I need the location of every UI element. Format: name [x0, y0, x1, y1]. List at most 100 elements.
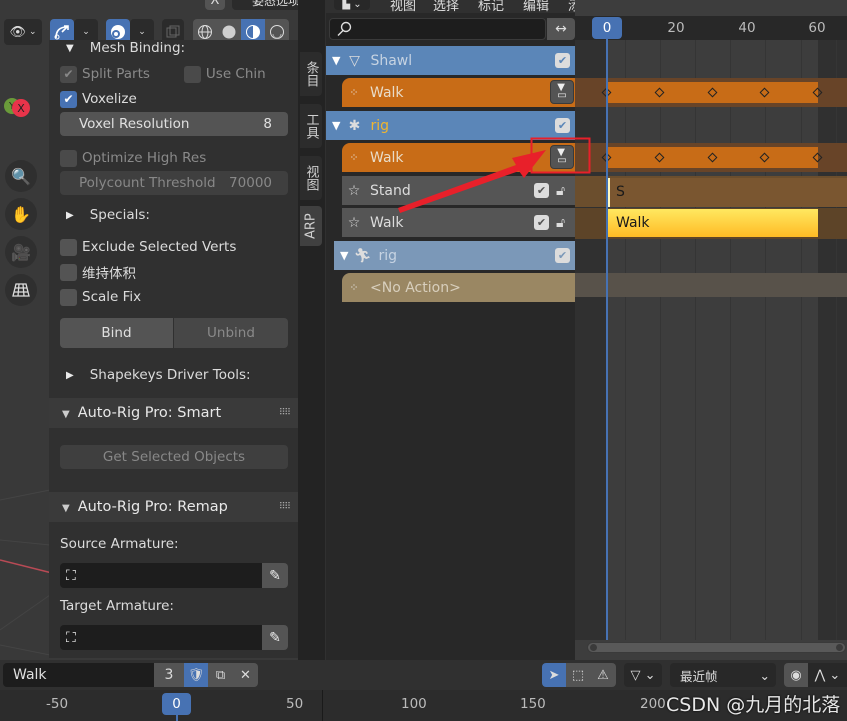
- x-axis-gizmo[interactable]: X: [12, 99, 30, 117]
- close-button[interactable]: X: [205, 0, 225, 10]
- scrollbar-handle-right[interactable]: [836, 644, 843, 651]
- specials-header[interactable]: ▶ Specials:: [49, 205, 298, 225]
- shield-check-icon: 🛡︎: [187, 667, 205, 683]
- channel-search-input[interactable]: [329, 18, 546, 40]
- channel-object-shawl[interactable]: ▼ ▽ Shawl ✔: [326, 46, 575, 75]
- channel-action-walk[interactable]: ⁘ Walk ▼ ▭: [342, 143, 575, 172]
- voxelize-checkbox[interactable]: ✔: [60, 90, 77, 108]
- use-chin-checkbox[interactable]: [183, 65, 201, 83]
- tab-arp[interactable]: ARP: [300, 206, 322, 246]
- polycount-threshold-field[interactable]: Polycount Threshold 70000: [60, 171, 288, 195]
- chevron-down-icon: ⌄: [759, 667, 770, 683]
- timeline-header: Walk 3 🛡︎ ⧉ ✕ ➤ ⬚ ⚠ ▽ ⌄ 最近帧 ⌄ ◉ ⋀ ⌄: [0, 660, 847, 690]
- shapekeys-header[interactable]: ▶ Shapekeys Driver Tools:: [49, 365, 298, 385]
- tab-view[interactable]: 视图: [300, 156, 322, 200]
- proportional-edit-button[interactable]: ◉: [784, 663, 808, 687]
- push-down-button[interactable]: ▼ ▭: [550, 145, 574, 169]
- unbind-button[interactable]: Unbind: [174, 318, 288, 348]
- tab-tool[interactable]: 工具: [300, 104, 322, 148]
- horizontal-scrollbar[interactable]: [587, 642, 846, 653]
- playhead-frame-badge[interactable]: 0: [162, 693, 191, 715]
- nla-strip-stand[interactable]: S: [608, 178, 847, 207]
- track-mute-checkbox[interactable]: ✔: [534, 215, 549, 230]
- tab-item[interactable]: 条目: [300, 52, 322, 96]
- watermark-text: CSDN @九月的北落: [666, 694, 841, 716]
- fake-user-button[interactable]: 🛡︎: [184, 663, 208, 687]
- nla-strip-walk[interactable]: Walk: [608, 209, 818, 237]
- tab-view-label: 视图: [303, 165, 319, 191]
- bind-button[interactable]: Bind: [60, 318, 173, 348]
- drag-grip-icon[interactable]: ⠿⠿: [279, 408, 291, 418]
- eyedropper-button[interactable]: ✎: [262, 625, 288, 650]
- unlock-icon[interactable]: 🔓︎: [556, 183, 565, 199]
- smart-panel-header[interactable]: ▼ Auto-Rig Pro: Smart ⠿⠿: [49, 398, 298, 428]
- only-selected-button[interactable]: ➤: [542, 663, 566, 687]
- playhead-frame-badge[interactable]: 0: [592, 17, 622, 39]
- split-parts-label: Split Parts: [82, 66, 150, 82]
- solid-sphere-icon: [222, 25, 236, 39]
- menu-view[interactable]: 视图: [390, 0, 416, 13]
- channel-checkbox[interactable]: ✔: [555, 53, 570, 68]
- remap-panel-title: Auto-Rig Pro: Remap: [77, 499, 228, 515]
- remap-panel-header[interactable]: ▼ Auto-Rig Pro: Remap ⠿⠿: [49, 492, 298, 522]
- specials-label: Specials:: [89, 207, 150, 223]
- zoom-button[interactable]: 🔍: [5, 160, 37, 192]
- menu-edit[interactable]: 编辑: [523, 0, 549, 13]
- channel-track-walk[interactable]: ☆ Walk ✔ 🔓︎: [342, 208, 575, 237]
- voxelize-label: Voxelize: [82, 91, 137, 107]
- split-parts-checkbox[interactable]: ✔: [60, 65, 77, 83]
- swap-filter-button[interactable]: ↔: [547, 18, 575, 40]
- menu-select[interactable]: 选择: [433, 0, 459, 13]
- pan-button[interactable]: ✋: [5, 198, 37, 230]
- exclude-selected-verts-checkbox[interactable]: [60, 238, 77, 256]
- drag-grip-icon[interactable]: ⠿⠿: [279, 502, 291, 512]
- channel-track-stand[interactable]: ☆ Stand ✔ 🔓︎: [342, 176, 575, 205]
- channel-action-walk[interactable]: ⁘ Walk ▼ ▭: [342, 78, 575, 107]
- channel-checkbox[interactable]: ✔: [555, 248, 570, 263]
- unlink-action-button[interactable]: ✕: [233, 663, 258, 687]
- action-users-count[interactable]: 3: [154, 663, 184, 687]
- channel-name: Walk: [370, 214, 404, 231]
- grid-icon: [12, 283, 30, 297]
- nla-strip-area[interactable]: S Walk 20 40 60 0: [575, 0, 847, 660]
- action-name-field[interactable]: Walk: [3, 663, 154, 687]
- eyedropper-button[interactable]: ✎: [262, 563, 288, 588]
- target-armature-field[interactable]: ⛶ ✎: [60, 625, 288, 650]
- filter-dropdown[interactable]: ▽ ⌄: [624, 663, 662, 687]
- range-end-marker: [322, 690, 323, 721]
- orthographic-button[interactable]: [5, 274, 37, 306]
- get-selected-objects-button[interactable]: Get Selected Objects: [60, 445, 288, 469]
- unlock-icon[interactable]: 🔓︎: [556, 215, 565, 231]
- tab-item-label: 条目: [303, 61, 319, 87]
- voxel-resolution-field[interactable]: Voxel Resolution 8: [60, 112, 288, 136]
- channel-object-rig[interactable]: ▼ ✱ rig ✔: [326, 111, 575, 140]
- rendered-sphere-icon: [270, 25, 284, 39]
- show-hidden-button[interactable]: ⬚: [566, 663, 590, 687]
- collapsed-triangle-icon: ▶: [66, 209, 74, 221]
- camera-button[interactable]: 🎥: [5, 236, 37, 268]
- chevron-down-icon: ⌄: [28, 27, 37, 37]
- scrollbar-handle-left[interactable]: [590, 644, 597, 651]
- scale-fix-checkbox[interactable]: [60, 288, 77, 306]
- only-errors-button[interactable]: ⚠: [590, 663, 616, 687]
- falloff-dropdown[interactable]: ⋀ ⌄: [808, 663, 847, 687]
- visibility-dropdown[interactable]: 👁 ⌄: [4, 19, 42, 45]
- hand-icon: ✋: [11, 204, 31, 224]
- optimize-high-res-checkbox[interactable]: [60, 149, 77, 167]
- channel-object-rig-pose[interactable]: ▼ 🏃︎ rig ✔: [334, 241, 575, 270]
- editor-type-dropdown[interactable]: ▙ ⌄: [334, 0, 370, 10]
- menu-marker[interactable]: 标记: [478, 0, 504, 13]
- channel-no-action[interactable]: ⁘ <No Action>: [342, 273, 575, 302]
- eyedropper-icon: ✎: [269, 629, 281, 646]
- push-down-button[interactable]: ▼ ▭: [550, 80, 574, 104]
- mesh-binding-header[interactable]: ▼ Mesh Binding:: [49, 39, 298, 57]
- frame-gridline: [624, 40, 626, 640]
- channel-checkbox[interactable]: ✔: [555, 118, 570, 133]
- track-mute-checkbox[interactable]: ✔: [534, 183, 549, 198]
- source-armature-field[interactable]: ⛶ ✎: [60, 563, 288, 588]
- snap-mode-dropdown[interactable]: 最近帧 ⌄: [670, 663, 776, 687]
- duplicate-action-button[interactable]: ⧉: [208, 663, 233, 687]
- preserve-volume-checkbox[interactable]: [60, 263, 77, 281]
- playhead-line[interactable]: [606, 38, 608, 640]
- action-icon: ⁘: [349, 151, 359, 164]
